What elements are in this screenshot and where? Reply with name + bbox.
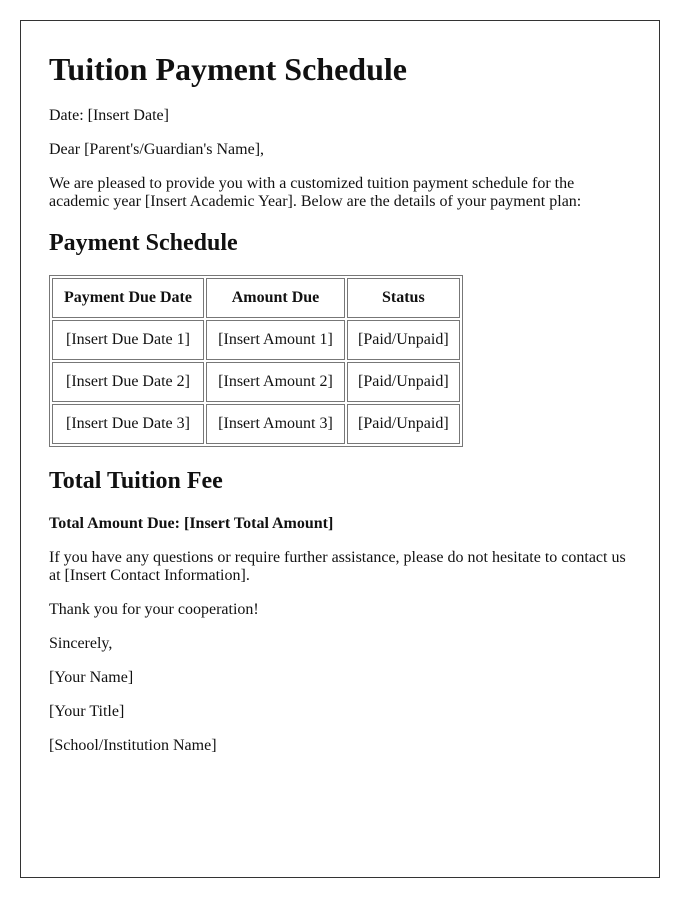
page-title: Tuition Payment Schedule (49, 51, 407, 87)
due-date-cell: [Insert Due Date 2] (52, 362, 204, 402)
amount-cell: [Insert Amount 2] (206, 362, 345, 402)
table-row: [Insert Due Date 3] [Insert Amount 3] [P… (52, 404, 460, 444)
total-heading: Total Tuition Fee (49, 468, 223, 494)
school-name: [School/Institution Name] (49, 737, 217, 754)
header-amount-due: Amount Due (206, 278, 345, 318)
table-header-row: Payment Due Date Amount Due Status (52, 278, 460, 318)
salutation: Dear [Parent's/Guardian's Name], (49, 141, 265, 158)
date-line: Date: [Insert Date] (49, 107, 169, 124)
thanks-line: Thank you for your cooperation! (49, 601, 259, 618)
status-cell: [Paid/Unpaid] (347, 320, 460, 360)
signer-title: [Your Title] (49, 703, 125, 720)
due-date-cell: [Insert Due Date 3] (52, 404, 204, 444)
status-cell: [Paid/Unpaid] (347, 404, 460, 444)
amount-cell: [Insert Amount 3] (206, 404, 345, 444)
payment-schedule-table: Payment Due Date Amount Due Status [Inse… (49, 275, 463, 447)
header-due-date: Payment Due Date (52, 278, 204, 318)
schedule-heading: Payment Schedule (49, 230, 238, 256)
letter-page: Tuition Payment Schedule Date: [Insert D… (20, 20, 660, 878)
status-cell: [Paid/Unpaid] (347, 362, 460, 402)
signer-name: [Your Name] (49, 669, 134, 686)
due-date-cell: [Insert Due Date 1] (52, 320, 204, 360)
closing-line: Sincerely, (49, 635, 113, 652)
total-amount-line: Total Amount Due: [Insert Total Amount] (49, 515, 334, 532)
table-row: [Insert Due Date 2] [Insert Amount 2] [P… (52, 362, 460, 402)
header-status: Status (347, 278, 460, 318)
table-row: [Insert Due Date 1] [Insert Amount 1] [P… (52, 320, 460, 360)
contact-paragraph: If you have any questions or require fur… (49, 549, 626, 584)
amount-cell: [Insert Amount 1] (206, 320, 345, 360)
intro-paragraph: We are pleased to provide you with a cus… (49, 175, 582, 210)
